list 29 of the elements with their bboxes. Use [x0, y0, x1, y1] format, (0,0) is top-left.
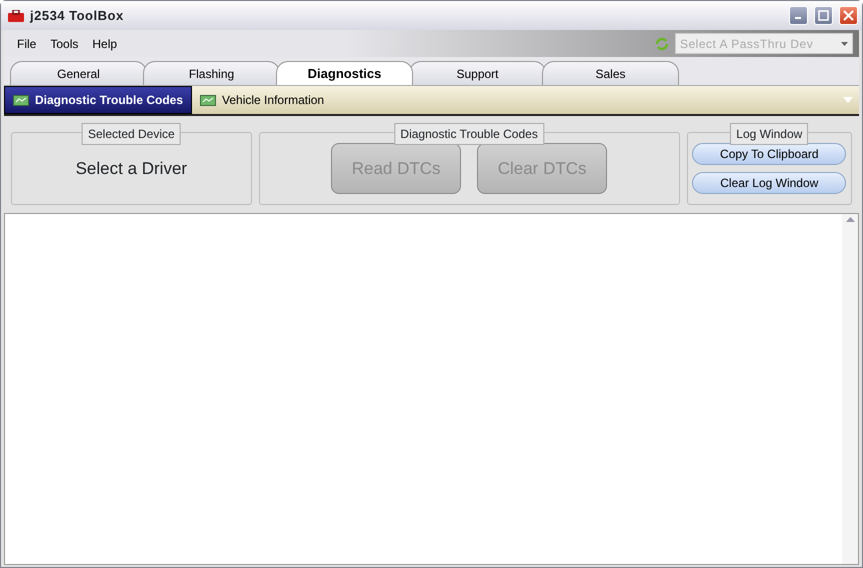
tab[interactable]: Support: [409, 61, 546, 85]
group-title: Selected Device: [82, 123, 181, 145]
log-button[interactable]: Copy To Clipboard: [692, 143, 846, 165]
device-label: Select a Driver: [76, 158, 188, 180]
scroll-up-icon[interactable]: [846, 217, 854, 222]
log-button[interactable]: Clear Log Window: [692, 172, 846, 194]
menu-item[interactable]: Help: [85, 32, 124, 54]
caret-icon: [841, 42, 848, 46]
maximize-icon: [818, 10, 829, 21]
menu-item[interactable]: File: [10, 32, 44, 54]
tab[interactable]: Sales: [542, 61, 679, 85]
maximize-button[interactable]: [814, 6, 833, 25]
minimize-button[interactable]: [789, 6, 808, 25]
tab[interactable]: Diagnostics: [276, 61, 413, 85]
flag-icon: [200, 94, 216, 106]
close-icon: [843, 10, 854, 21]
menu-item[interactable]: Tools: [43, 32, 86, 54]
close-button[interactable]: [839, 6, 858, 25]
toolbox-icon: [8, 10, 24, 22]
group-title: Log Window: [730, 123, 808, 145]
scrollbar[interactable]: [842, 214, 858, 564]
dropdown-arrow-icon[interactable]: [843, 97, 853, 103]
subtab[interactable]: Diagnostic Trouble Codes: [4, 86, 192, 114]
flag-icon: [13, 94, 29, 106]
group-title: Diagnostic Trouble Codes: [394, 123, 544, 145]
window-title: j2534 ToolBox: [30, 6, 124, 25]
tab[interactable]: Flashing: [143, 61, 280, 85]
tab[interactable]: General: [10, 61, 147, 85]
subtab[interactable]: Vehicle Information: [192, 86, 332, 114]
